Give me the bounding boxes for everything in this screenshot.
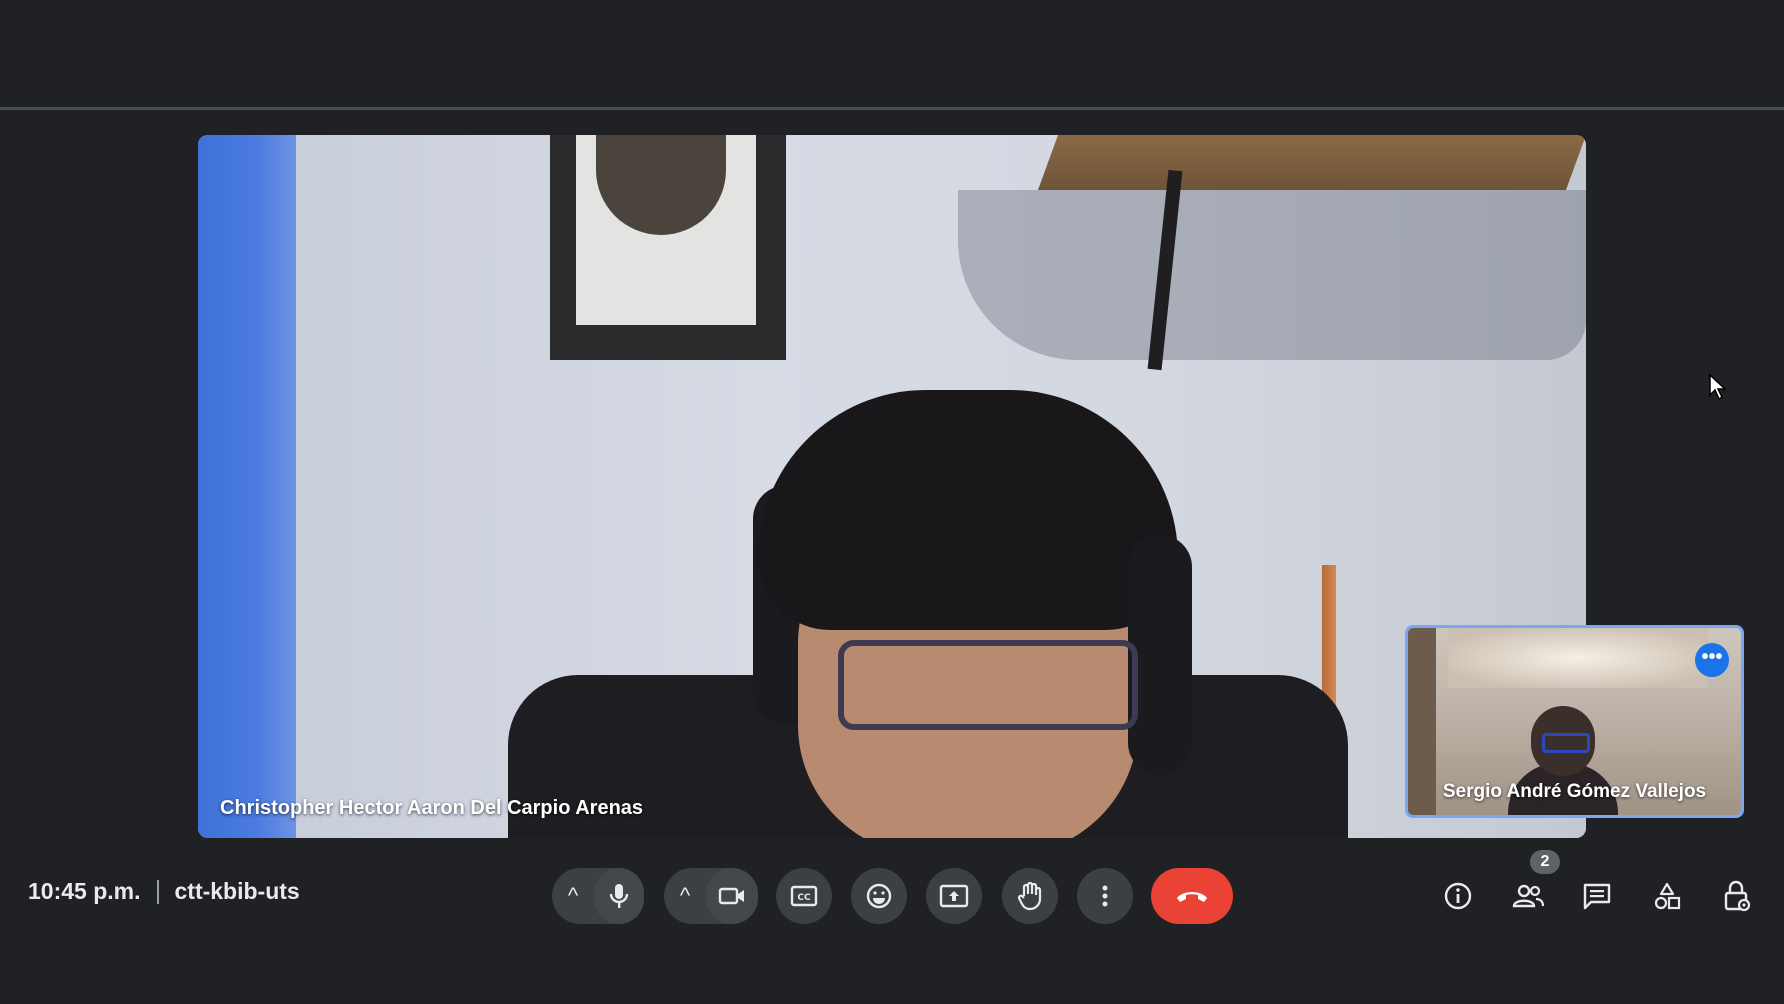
main-participant-name: Christopher Hector Aaron Del Carpio Aren… [220, 797, 644, 819]
svg-text:CC: CC [797, 893, 811, 903]
microphone-icon [608, 882, 630, 910]
top-divider [0, 107, 1784, 110]
captions-icon: CC [790, 885, 818, 907]
meeting-code: ctt-kbib-uts [174, 878, 300, 904]
emoji-button[interactable] [851, 868, 907, 924]
end-call-button[interactable] [1151, 868, 1233, 924]
raise-hand-button[interactable] [1002, 868, 1058, 924]
activities-button[interactable] [1643, 872, 1691, 920]
people-icon [1511, 883, 1545, 909]
host-controls-button[interactable] [1713, 872, 1761, 920]
video-shelf [1037, 135, 1586, 190]
chat-icon [1582, 882, 1612, 910]
video-shelf-shadow [958, 190, 1586, 360]
video-wall-frame [550, 135, 786, 360]
info-icon [1443, 881, 1473, 911]
present-icon [939, 884, 969, 908]
main-video-tile[interactable]: Christopher Hector Aaron Del Carpio Aren… [198, 135, 1586, 838]
end-call-icon [1175, 888, 1209, 904]
camera-options-button[interactable]: ^ [664, 883, 706, 909]
people-count-badge: 2 [1530, 850, 1560, 874]
self-participant-name: Sergio André Gómez Vallejos [1442, 781, 1707, 802]
mic-button[interactable] [594, 868, 644, 924]
meeting-info: 10:45 p.m. ctt-kbib-uts [28, 878, 300, 905]
more-vert-icon [1101, 884, 1109, 908]
self-video-tile[interactable]: ••• Sergio André Gómez Vallejos [1405, 625, 1744, 818]
people-button[interactable] [1504, 872, 1552, 920]
captions-button[interactable]: CC [776, 868, 832, 924]
self-tile-more-button[interactable]: ••• [1695, 643, 1729, 677]
video-participant-glasses [838, 640, 1138, 730]
meeting-details-button[interactable] [1434, 872, 1482, 920]
camera-icon [718, 886, 746, 906]
camera-control-group: ^ [664, 868, 758, 924]
present-button[interactable] [926, 868, 982, 924]
camera-button[interactable] [706, 868, 758, 924]
host-controls-icon [1722, 880, 1752, 912]
mic-options-button[interactable]: ^ [552, 883, 594, 909]
chat-button[interactable] [1573, 872, 1621, 920]
self-tile-glasses [1542, 733, 1590, 753]
self-tile-light [1448, 628, 1708, 688]
emoji-icon [865, 882, 893, 910]
top-bar [0, 0, 1784, 108]
video-wall-strip [198, 135, 296, 838]
meeting-info-divider [156, 879, 159, 904]
mic-control-group: ^ [552, 868, 644, 924]
raise-hand-icon [1017, 881, 1043, 911]
mouse-cursor-icon [1708, 373, 1728, 401]
activities-icon [1652, 881, 1682, 911]
video-participant-hair [758, 390, 1178, 630]
more-options-button[interactable] [1077, 868, 1133, 924]
meeting-time: 10:45 p.m. [28, 878, 141, 904]
